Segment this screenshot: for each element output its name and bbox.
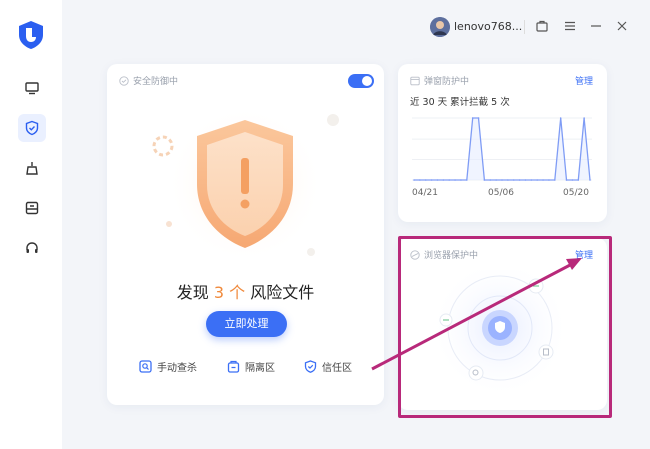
protection-toggle[interactable] — [348, 74, 374, 88]
data-point — [442, 179, 445, 181]
popup-status: 弹窗防护中 — [410, 74, 469, 87]
data-point — [530, 179, 533, 181]
headset-icon — [26, 242, 38, 253]
avatar[interactable] — [430, 17, 450, 37]
data-point — [518, 179, 521, 181]
data-point — [413, 179, 415, 181]
quarantine-icon — [227, 360, 240, 373]
popup-manage-link[interactable]: 管理 — [575, 74, 593, 87]
protection-status: 安全防御中 — [119, 74, 178, 87]
protection-title: 安全防御中 — [133, 77, 179, 87]
risk-prefix: 发现 — [176, 283, 209, 302]
risk-summary: 发现 3 个 风险文件 — [107, 279, 384, 303]
shield-check-icon — [119, 75, 129, 86]
data-point — [436, 179, 439, 181]
app-window: lenovo768... 安全防御中 发现 3 个 风险文件 立即处理 手动查杀… — [0, 0, 650, 449]
tool-trust-zone[interactable]: 信任区 — [304, 359, 352, 374]
divider — [524, 20, 525, 34]
data-point — [507, 179, 509, 181]
protection-card: 安全防御中 发现 3 个 风险文件 立即处理 手动查杀 隔离区 信任区 — [107, 64, 384, 405]
username[interactable]: lenovo768... — [454, 20, 522, 33]
data-point — [430, 179, 433, 181]
sidebar-item-toolbox[interactable] — [18, 194, 46, 222]
risk-count: 3 个 — [213, 283, 246, 302]
tool-label: 隔离区 — [245, 363, 275, 374]
data-point — [524, 179, 527, 181]
x-tick-label: 05/20 — [563, 188, 589, 198]
data-point — [536, 179, 538, 181]
annotation-highlight-box — [398, 236, 612, 418]
data-point — [489, 179, 492, 181]
data-point — [454, 179, 456, 181]
data-point — [589, 179, 591, 181]
broom-icon — [26, 162, 38, 175]
window-icon — [410, 76, 420, 85]
data-point — [577, 179, 580, 181]
data-point — [448, 179, 450, 181]
toolbox-icon — [25, 201, 39, 215]
sidebar-item-cleanup[interactable] — [18, 154, 46, 182]
tool-quarantine[interactable]: 隔离区 — [227, 359, 275, 374]
tool-manual-scan[interactable]: 手动查杀 — [139, 359, 197, 374]
data-point — [565, 179, 568, 181]
sidebar-item-computer[interactable] — [18, 74, 46, 102]
close-icon[interactable] — [614, 18, 630, 34]
data-point — [554, 179, 556, 181]
x-tick-label: 05/06 — [488, 188, 514, 198]
risk-suffix: 风险文件 — [250, 283, 315, 302]
title-bar: lenovo768... — [62, 0, 650, 56]
sidebar-item-support[interactable] — [18, 234, 46, 262]
trust-shield-icon — [304, 360, 317, 373]
data-point — [424, 179, 427, 181]
skin-icon[interactable] — [534, 18, 550, 34]
intercept-chart — [412, 117, 592, 181]
popup-title: 弹窗防护中 — [424, 77, 470, 87]
data-point — [419, 179, 421, 181]
data-point — [477, 117, 480, 119]
intercept-summary: 近 30 天 累计拦截 5 次 — [410, 97, 510, 108]
data-point — [571, 179, 574, 181]
data-point — [542, 179, 544, 181]
handle-now-button[interactable]: 立即处理 — [206, 311, 287, 337]
tool-label: 手动查杀 — [157, 363, 197, 374]
scan-icon — [139, 360, 152, 373]
sidebar-item-protection[interactable] — [18, 114, 46, 142]
data-point — [501, 179, 503, 181]
data-point — [512, 179, 515, 181]
minimize-icon[interactable] — [588, 18, 604, 34]
data-point — [583, 117, 585, 119]
data-point — [559, 117, 562, 119]
data-point — [548, 179, 550, 181]
data-point — [483, 179, 486, 181]
menu-icon[interactable] — [562, 18, 578, 34]
shield-icon — [25, 120, 39, 136]
data-point — [466, 179, 468, 181]
x-tick-label: 04/21 — [412, 188, 438, 198]
popup-protection-card: 弹窗防护中 管理 近 30 天 累计拦截 5 次 04/21 05/06 05/… — [398, 64, 607, 222]
app-logo — [19, 21, 43, 49]
data-point — [495, 179, 497, 181]
data-point — [471, 117, 474, 119]
warning-shield-illustration — [152, 106, 339, 262]
monitor-icon — [25, 82, 39, 95]
data-point — [460, 179, 462, 181]
tool-label: 信任区 — [322, 363, 352, 374]
sidebar — [0, 0, 62, 449]
